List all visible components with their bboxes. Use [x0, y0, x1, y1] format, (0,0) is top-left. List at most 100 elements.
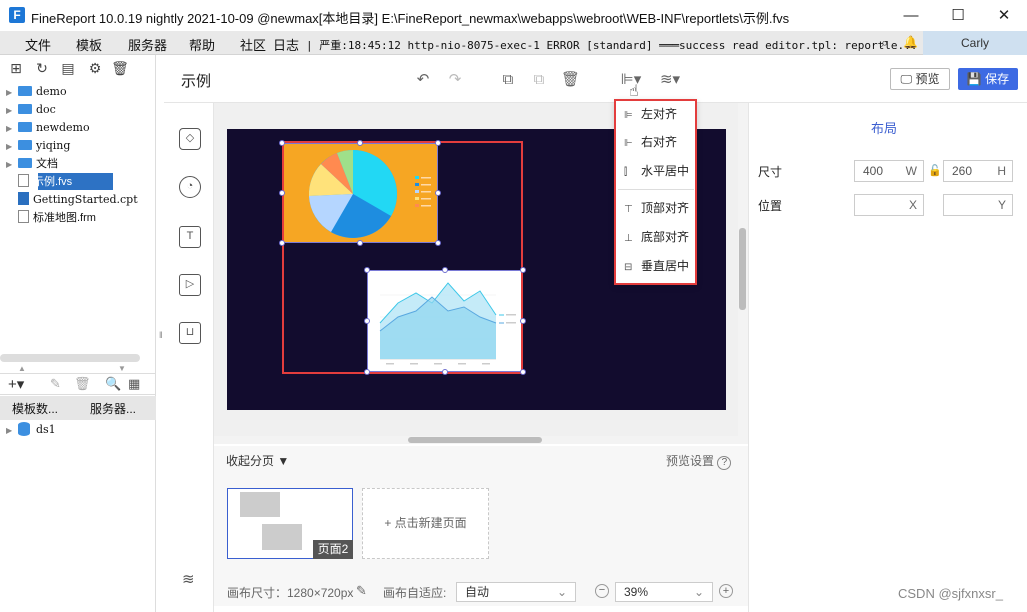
preview-data-icon[interactable]: 🔍: [105, 376, 121, 392]
datasource-item[interactable]: ▶ ds1: [6, 421, 56, 439]
copy-icon[interactable]: ⧉: [499, 71, 517, 89]
selection-frame[interactable]: [282, 141, 523, 374]
resize-handle[interactable]: [520, 318, 526, 324]
tree-item-gettingstarted[interactable]: GettingStarted.cpt: [6, 191, 138, 209]
log-message[interactable]: | 严重:18:45:12 http-nio-8075-exec-1 ERROR…: [306, 37, 917, 53]
delete-datasource-icon[interactable]: 🗑: [74, 376, 91, 392]
adapt-select[interactable]: 自动 ⌄: [456, 582, 576, 602]
menu-align-left[interactable]: ⊫ 左对齐: [624, 103, 677, 125]
menu-log[interactable]: 日志: [273, 35, 299, 54]
x-input[interactable]: X: [854, 194, 924, 216]
new-folder-icon[interactable]: ⊞: [7, 59, 25, 77]
menu-help[interactable]: 帮助: [189, 35, 215, 54]
edit-icon[interactable]: ✎: [50, 376, 61, 392]
menu-align-top[interactable]: ⊤ 顶部对齐: [624, 197, 689, 219]
delete-icon[interactable]: 🗑: [561, 71, 580, 89]
menu-align-center-vertical[interactable]: ⊟ 垂直居中: [624, 255, 689, 277]
menu-align-center-horizontal[interactable]: ⫿ 水平居中: [624, 160, 689, 182]
search-icon[interactable]: ⌕: [881, 35, 888, 51]
paste-icon[interactable]: ⧉: [530, 71, 548, 89]
width-input[interactable]: 400 W: [854, 160, 924, 182]
resize-handle[interactable]: [279, 190, 285, 196]
resize-handle[interactable]: [442, 267, 448, 273]
resize-handle[interactable]: [442, 369, 448, 375]
height-input[interactable]: 260 H: [943, 160, 1013, 182]
pie-chart-icon[interactable]: ◔: [179, 176, 201, 198]
delete-icon[interactable]: 🗑: [111, 59, 129, 77]
splitter-handle[interactable]: ‖: [159, 330, 163, 340]
layers-icon[interactable]: ≋: [182, 570, 195, 588]
zoom-select[interactable]: 39% ⌄: [615, 582, 713, 602]
minimize-button[interactable]: —: [888, 0, 934, 31]
folder-icon: [18, 140, 32, 150]
menu-server[interactable]: 服务器: [128, 35, 167, 54]
resize-handle[interactable]: [279, 140, 285, 146]
tree-item-demo[interactable]: ▶ demo: [6, 83, 67, 101]
text-icon[interactable]: T: [179, 226, 201, 248]
resize-handle[interactable]: [364, 318, 370, 324]
save-button[interactable]: 💾 保存: [958, 68, 1018, 90]
save-icon: 💾: [966, 72, 986, 86]
collapse-pages-toggle[interactable]: 收起分页 ▼: [226, 452, 289, 469]
menu-community[interactable]: 社区: [240, 35, 266, 54]
layout-tab[interactable]: 布局: [871, 118, 897, 137]
align-right-icon: ⊩: [624, 138, 633, 149]
layer-dropdown-button[interactable]: ≋▾: [657, 71, 683, 89]
user-name[interactable]: Carly: [923, 31, 1027, 55]
resize-handle[interactable]: [435, 190, 441, 196]
preview-button[interactable]: 🖵 预览: [890, 68, 950, 90]
y-input[interactable]: Y: [943, 194, 1013, 216]
cube-icon[interactable]: ◇: [179, 128, 201, 150]
tree-item-map[interactable]: 标准地图.frm: [6, 209, 96, 227]
resize-handle[interactable]: [357, 140, 363, 146]
horizontal-scroll-thumb[interactable]: [408, 437, 542, 443]
window-title: FineReport 10.0.19 nightly 2021-10-09 @n…: [31, 11, 790, 26]
close-button[interactable]: ✕: [981, 0, 1027, 31]
redo-icon[interactable]: ↷: [446, 71, 464, 89]
collapse-down-icon[interactable]: ▼: [118, 364, 126, 373]
zoom-out-icon[interactable]: −: [595, 584, 609, 598]
resize-handle[interactable]: [364, 267, 370, 273]
tab-server-data[interactable]: 服务器...: [90, 400, 136, 417]
template-icon[interactable]: ▤: [59, 59, 77, 77]
undo-icon[interactable]: ↶: [414, 71, 432, 89]
resize-handle[interactable]: [435, 140, 441, 146]
horizontal-scrollbar[interactable]: [0, 354, 140, 362]
resize-handle[interactable]: [357, 240, 363, 246]
edit-size-icon[interactable]: ✎: [356, 583, 367, 599]
add-datasource-icon[interactable]: +▾: [8, 375, 24, 393]
preview-settings-link[interactable]: 预览设置 ?: [666, 452, 732, 470]
file-icon: [18, 174, 29, 187]
tree-item-doc[interactable]: ▶ doc: [6, 101, 56, 119]
video-icon[interactable]: ▷: [179, 274, 201, 296]
collapse-up-icon[interactable]: ▲: [18, 364, 26, 373]
folder-icon: [18, 122, 32, 132]
tree-item-example[interactable]: 示例.fvs: [6, 173, 72, 191]
menu-template[interactable]: 模板: [76, 35, 102, 54]
tree-item-newdemo[interactable]: ▶ newdemo: [6, 119, 90, 137]
menu-align-right[interactable]: ⊩ 右对齐: [624, 131, 677, 153]
inbox-icon[interactable]: ⊔: [179, 322, 201, 344]
table-icon[interactable]: ▦: [128, 376, 140, 392]
tree-item-docs[interactable]: ▶ 文档: [6, 155, 58, 173]
new-page-button[interactable]: + 点击新建页面: [362, 488, 489, 559]
refresh-icon[interactable]: ↻: [33, 59, 51, 77]
lock-ratio-icon[interactable]: 🔓: [928, 164, 942, 177]
maximize-button[interactable]: ☐: [935, 0, 981, 31]
tab-template-data[interactable]: 模板数...: [12, 400, 58, 417]
settings-icon[interactable]: ⚙: [86, 59, 104, 77]
zoom-in-icon[interactable]: +: [719, 584, 733, 598]
menu-file[interactable]: 文件: [25, 35, 51, 54]
resize-handle[interactable]: [520, 369, 526, 375]
cursor-hand-icon: ☝: [629, 83, 639, 100]
align-left-icon: ⊫: [624, 110, 633, 121]
vertical-scroll-thumb[interactable]: [739, 228, 746, 310]
resize-handle[interactable]: [279, 240, 285, 246]
tree-item-yiqing[interactable]: ▶ yiqing: [6, 137, 70, 155]
resize-handle[interactable]: [435, 240, 441, 246]
resize-handle[interactable]: [520, 267, 526, 273]
resize-handle[interactable]: [364, 369, 370, 375]
help-icon: ?: [717, 456, 732, 470]
menu-align-bottom[interactable]: ⊥ 底部对齐: [624, 226, 689, 248]
bell-icon[interactable]: 🔔: [903, 35, 918, 49]
